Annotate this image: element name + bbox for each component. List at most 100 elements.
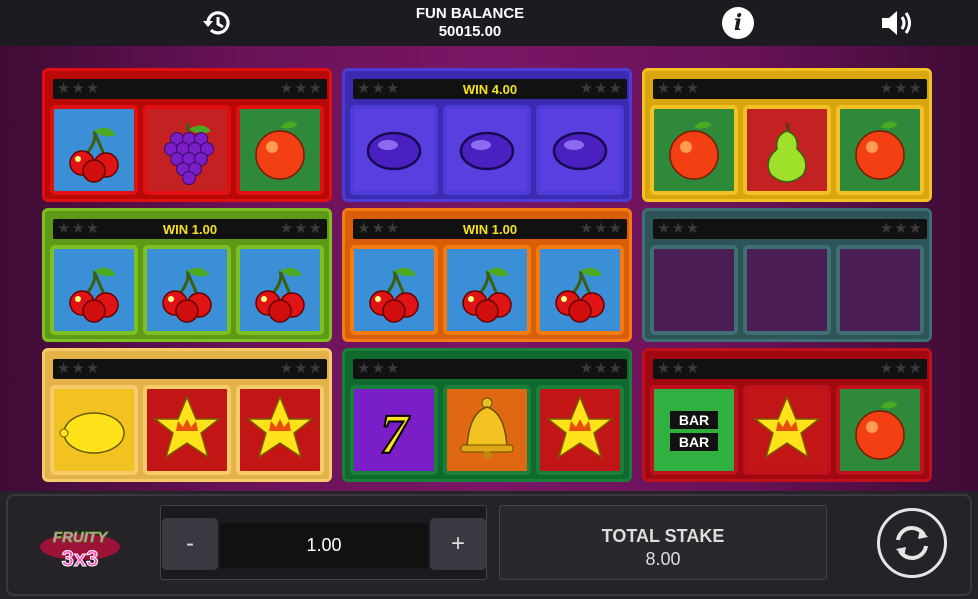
fruity-3x3-logo: FRUITY 3x3 [40,529,120,572]
reel-3 [836,245,924,335]
star-rating-right: ★★★ [579,80,623,97]
star-rating-left: ★★★ [657,80,701,97]
reel-2 [443,105,531,195]
total-stake-label: TOTAL STAKE [601,526,725,546]
cherry-icon [69,127,119,183]
star-rating-left: ★★★ [657,360,701,377]
svg-text:BAR: BAR [679,412,709,428]
star-rating-left: ★★★ [357,220,401,237]
star-rating-right: ★★★ [879,360,923,377]
star-rating-right: ★★★ [279,360,323,377]
history-button[interactable] [197,4,237,42]
plum-icon [552,131,608,171]
slot-machine-7: ★★★ ★★★ [42,348,332,482]
star-rating-right: ★★★ [279,220,323,237]
reel-3 [236,245,324,335]
sound-button[interactable] [878,4,918,42]
machine-status-strip: ★★★ ★★★ [353,359,627,379]
seven-icon: 7 [379,403,411,467]
star-rating-right: ★★★ [579,360,623,377]
star-rating-right: ★★★ [879,80,923,97]
machine-status-strip: ★★★ ★★★ [653,219,927,239]
slot-machine-1: ★★★ ★★★ [42,68,332,202]
star-icon [152,395,222,459]
slot-machine-2: ★★★ WIN 4.00 ★★★ [342,68,632,202]
slot-machine-8: ★★★ ★★★ 7 [342,348,632,482]
total-stake-value: 8.00 [645,549,681,569]
balance-value: 50015.00 [438,23,502,40]
machine-status-strip: ★★★ ★★★ [653,79,927,99]
cherry-icon [369,267,419,323]
reel-3 [236,385,324,475]
info-button[interactable]: i [718,4,758,42]
plum-icon [366,131,422,171]
machine-status-strip: ★★★ WIN 4.00 ★★★ [353,79,627,99]
reel-2 [443,385,531,475]
reel-1: BAR BAR [650,385,738,475]
machine-status-strip: ★★★ WIN 1.00 ★★★ [53,219,327,239]
reel-2 [143,245,231,335]
reel-1 [350,105,438,195]
star-rating-right: ★★★ [579,220,623,237]
machine-status-strip: ★★★ WIN 1.00 ★★★ [353,219,627,239]
reel-2 [143,105,231,195]
win-label: WIN 1.00 [462,221,518,237]
info-icon: i [722,7,754,39]
bar-icon: BAR BAR [670,411,718,451]
top-bar: FUN BALANCE 50015.00 i [0,0,978,46]
star-rating-left: ★★★ [57,220,101,237]
plum-icon [459,131,515,171]
cherry-icon [462,267,512,323]
star-rating-left: ★★★ [57,360,101,377]
fun-balance: FUN BALANCE 50015.00 [370,5,570,41]
reel-3 [836,385,924,475]
star-rating-right: ★★★ [279,80,323,97]
reel-2 [143,385,231,475]
decrease-stake-button[interactable]: - [162,518,218,570]
lemon-icon [59,412,125,454]
speaker-icon [882,11,911,35]
reel-3 [836,105,924,195]
cherry-icon [162,267,212,323]
pear-icon [767,122,807,183]
win-label: WIN 1.00 [162,221,218,237]
machine-status-strip: ★★★ ★★★ [653,359,927,379]
reel-3 [536,105,624,195]
reel-3 [536,245,624,335]
control-panel [6,494,972,596]
reel-3 [236,105,324,195]
spin-icon [896,525,928,561]
win-label: WIN 4.00 [462,81,518,97]
star-rating-left: ★★★ [357,360,401,377]
star-icon [545,395,615,459]
stake-value: 1.00 [220,523,428,568]
star-icon [245,395,315,459]
reel-1 [650,245,738,335]
cherry-icon [555,267,605,323]
reel-2 [743,105,831,195]
svg-text:BAR: BAR [679,434,709,450]
star-rating-left: ★★★ [657,220,701,237]
bell-icon [460,397,514,459]
orange-icon [855,121,905,180]
slot-machine-3: ★★★ ★★★ [642,68,932,202]
machine-status-strip: ★★★ ★★★ [53,79,327,99]
increase-stake-button[interactable]: + [430,518,486,570]
reel-1 [350,245,438,335]
slot-machine-9: ★★★ ★★★ BAR BAR [642,348,932,482]
reel-1 [50,385,138,475]
empty-icon [654,249,734,331]
star-rating-left: ★★★ [57,80,101,97]
svg-text:7: 7 [380,404,410,466]
svg-text:FRUITY: FRUITY [53,529,109,546]
spin-button[interactable] [877,508,947,578]
slot-machine-4: ★★★ WIN 1.00 ★★★ [42,208,332,342]
slot-machine-6: ★★★ ★★★ [642,208,932,342]
star-rating-left: ★★★ [357,80,401,97]
total-stake: TOTAL STAKE 8.00 [499,505,827,580]
reel-1 [650,105,738,195]
slot-machine-5: ★★★ WIN 1.00 ★★★ [342,208,632,342]
orange-icon [855,401,905,460]
reel-3 [536,385,624,475]
star-rating-right: ★★★ [879,220,923,237]
